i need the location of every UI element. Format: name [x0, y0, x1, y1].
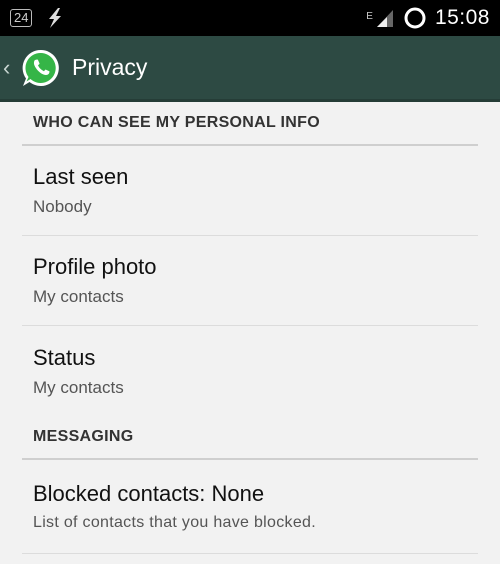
action-bar: ‹ Privacy [0, 36, 500, 102]
status-left: 24 [10, 7, 66, 29]
pref-last-seen[interactable]: Last seen Nobody [22, 146, 478, 236]
chevron-left-icon[interactable]: ‹ [3, 56, 19, 79]
section-header-messaging: MESSAGING [22, 416, 478, 460]
sync-ring-icon [404, 7, 426, 29]
pref-profile-photo[interactable]: Profile photo My contacts [22, 236, 478, 326]
signal-icon [376, 10, 393, 27]
pref-summary: List of contacts that you have blocked. [33, 514, 316, 531]
flash-icon [49, 8, 62, 28]
network-type: E [366, 11, 373, 22]
pref-summary: My contacts [33, 377, 124, 397]
pref-blocked-contacts[interactable]: Blocked contacts: None List of contacts … [22, 460, 478, 554]
clock: 15:08 [434, 6, 490, 29]
privacy-settings-list: WHO CAN SEE MY PERSONAL INFO Last seen N… [0, 102, 500, 554]
pref-title: Status [33, 344, 96, 370]
pref-summary: My contacts [33, 287, 124, 306]
pref-summary: Nobody [33, 197, 92, 216]
pref-status[interactable]: Status My contacts [22, 326, 478, 416]
page-title: Privacy [72, 54, 148, 80]
pref-title: Last seen [33, 164, 129, 189]
pref-title: Profile photo [33, 254, 157, 279]
pref-title: Blocked contacts: None [33, 481, 265, 506]
status-bar: 24 E 15:08 [0, 0, 500, 36]
section-header-personal-info: WHO CAN SEE MY PERSONAL INFO [22, 102, 478, 146]
status-right: E 15:08 [366, 6, 490, 30]
whatsapp-logo-icon[interactable] [20, 47, 62, 89]
notification-24-icon: 24 [10, 9, 33, 27]
